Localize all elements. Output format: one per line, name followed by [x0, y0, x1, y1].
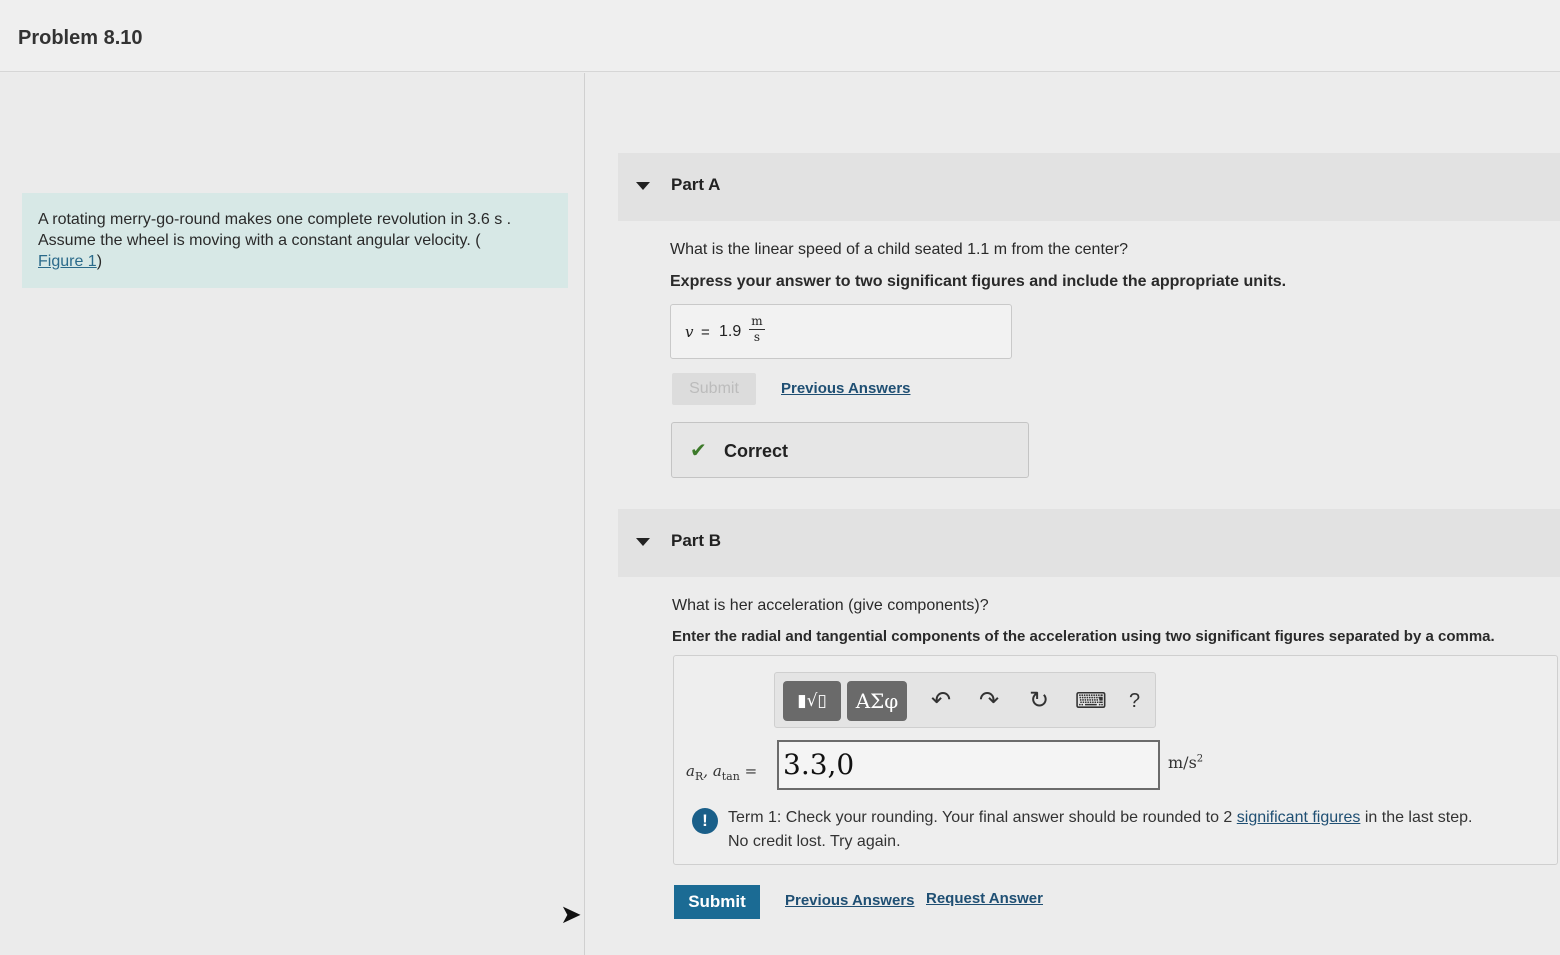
part-b-question: What is her acceleration (give component…: [672, 597, 989, 614]
unit-text: m/s: [1168, 753, 1197, 772]
problem-text-3: ): [96, 253, 103, 270]
part-b-submit-button[interactable]: Submit: [674, 885, 760, 919]
significant-figures-link[interactable]: significant figures: [1237, 809, 1361, 826]
feedback-text-2: in the last step.: [1364, 809, 1473, 826]
part-a-previous-answers-link[interactable]: Previous Answers: [781, 380, 911, 397]
part-a-submit-button: Submit: [672, 373, 756, 405]
math-toolbar: ▮√▯ ΑΣφ ↶ ↷ ↻ ⌨ ?: [774, 672, 1156, 728]
symbols-button[interactable]: ΑΣφ: [847, 681, 907, 721]
sub-tangential: tan: [721, 770, 740, 783]
problem-title: Problem 8.10: [18, 27, 143, 49]
figure-link[interactable]: Figure 1: [38, 253, 97, 270]
answer-value: 1.9: [719, 323, 742, 340]
var-equals: =: [744, 762, 758, 780]
keyboard-icon[interactable]: ⌨: [1075, 687, 1107, 715]
part-b-variables: aR, atan =: [686, 762, 757, 783]
part-b-unit: m/s2: [1168, 753, 1203, 772]
header: Problem 8.10: [0, 0, 1560, 72]
part-b-feedback: Term 1: Check your rounding. Your final …: [728, 806, 1548, 854]
part-a-instruction: Express your answer to two significant f…: [670, 273, 1287, 290]
part-a-label: Part A: [671, 175, 721, 194]
feedback-text-1: Term 1: Check your rounding. Your final …: [728, 809, 1233, 826]
var-separator: ,: [703, 762, 709, 780]
problem-text-2: Assume the wheel is moving with a consta…: [38, 232, 481, 249]
sub-radial: R: [694, 770, 704, 783]
correct-label: Correct: [724, 441, 789, 461]
reset-icon[interactable]: ↻: [1029, 687, 1049, 715]
undo-icon[interactable]: ↶: [931, 687, 951, 715]
caret-down-icon[interactable]: [636, 538, 650, 546]
warning-icon: !: [692, 808, 718, 834]
unit-exponent: 2: [1196, 753, 1204, 765]
part-a-result: ✔ Correct: [671, 422, 1029, 478]
unit-numerator: m: [749, 314, 765, 330]
part-b-header[interactable]: Part B: [618, 509, 1560, 577]
part-b-instruction: Enter the radial and tangential componen…: [672, 628, 1495, 645]
request-answer-link[interactable]: Request Answer: [926, 890, 1043, 907]
part-a-answer-display: v = 1.9 m s: [670, 304, 1012, 359]
part-b-answer-input[interactable]: 3.3,0: [777, 740, 1160, 790]
problem-statement: A rotating merry-go-round makes one comp…: [22, 193, 568, 288]
var-a-tangential: a: [712, 762, 722, 780]
answer-equals: =: [701, 324, 710, 341]
part-a-header[interactable]: Part A: [618, 153, 1560, 221]
answer-variable: v: [685, 323, 694, 341]
var-a-radial: a: [686, 762, 695, 780]
part-b-previous-answers-link[interactable]: Previous Answers: [785, 892, 915, 909]
part-b-answer-area: ▮√▯ ΑΣφ ↶ ↷ ↻ ⌨ ? aR, atan = 3.3,0 m/s2 …: [673, 655, 1558, 865]
feedback-text-3: No credit lost. Try again.: [728, 833, 901, 850]
templates-button[interactable]: ▮√▯: [783, 681, 841, 721]
part-a-question: What is the linear speed of a child seat…: [670, 241, 1129, 258]
caret-down-icon[interactable]: [636, 182, 650, 190]
help-icon[interactable]: ?: [1129, 687, 1140, 715]
right-pane: Part A What is the linear speed of a chi…: [586, 73, 1560, 955]
left-pane: A rotating merry-go-round makes one comp…: [0, 73, 585, 955]
answer-unit: m s: [749, 314, 765, 345]
problem-text-1: A rotating merry-go-round makes one comp…: [38, 211, 512, 228]
part-b-label: Part B: [671, 531, 722, 550]
mouse-cursor-icon: ➤: [560, 899, 582, 929]
redo-icon[interactable]: ↷: [979, 687, 999, 715]
unit-denominator: s: [753, 330, 761, 344]
checkmark-icon: ✔: [690, 440, 707, 462]
